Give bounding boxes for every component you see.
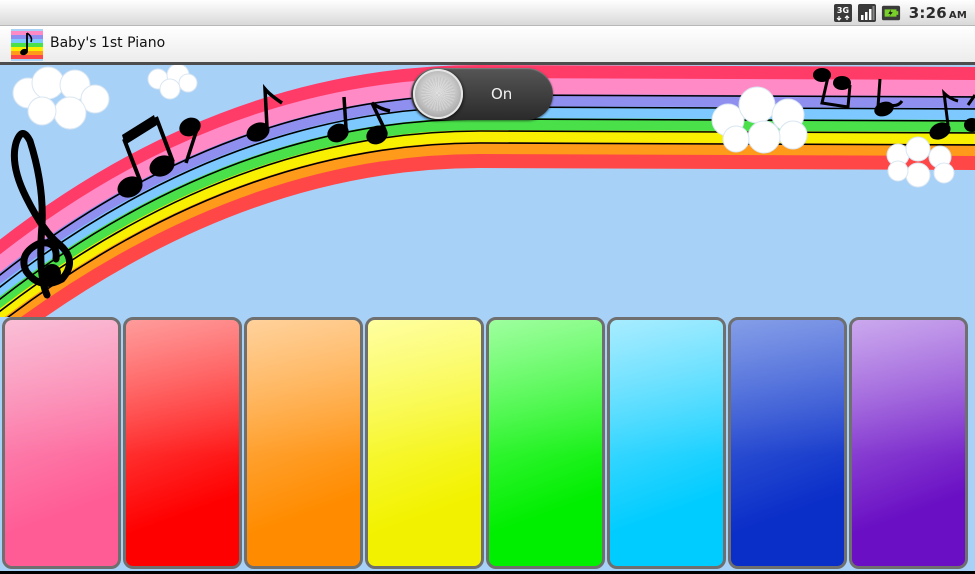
toggle-knob[interactable] [413, 69, 463, 119]
key-shine [126, 320, 239, 566]
key-shine [368, 320, 481, 566]
key-shine [489, 320, 602, 566]
status-icons: 3G 3:26 AM [833, 2, 967, 24]
key-shine [731, 320, 844, 566]
signal-strength-icon [857, 3, 877, 23]
cloud-small [147, 65, 198, 100]
key-blue[interactable] [728, 317, 847, 569]
cloud-left [12, 66, 110, 130]
app-title: Baby's 1st Piano [50, 35, 166, 51]
app-rainbow-icon [11, 29, 43, 61]
toggle-label: On [491, 85, 513, 103]
battery-charging-icon [881, 3, 901, 23]
status-bar: 3G 3:26 AM [0, 0, 975, 26]
3g-icon: 3G [833, 3, 853, 23]
key-shine [610, 320, 723, 566]
key-yellow[interactable] [365, 317, 484, 569]
key-shine [5, 320, 118, 566]
clock-ampm: AM [948, 10, 967, 21]
clock-time: 3:26 [908, 4, 947, 22]
key-orange[interactable] [244, 317, 363, 569]
svg-text:3G: 3G [837, 6, 849, 15]
title-bar: Baby's 1st Piano [0, 26, 975, 65]
key-purple[interactable] [849, 317, 968, 569]
key-shine [852, 320, 965, 566]
on-off-toggle[interactable]: On [411, 68, 553, 120]
key-cyan[interactable] [607, 317, 726, 569]
clock: 3:26 AM [909, 4, 967, 22]
key-red[interactable] [123, 317, 242, 569]
key-pink[interactable] [2, 317, 121, 569]
key-green[interactable] [486, 317, 605, 569]
key-shine [247, 320, 360, 566]
piano-keys [2, 317, 975, 569]
piano-stage: On [0, 65, 975, 571]
